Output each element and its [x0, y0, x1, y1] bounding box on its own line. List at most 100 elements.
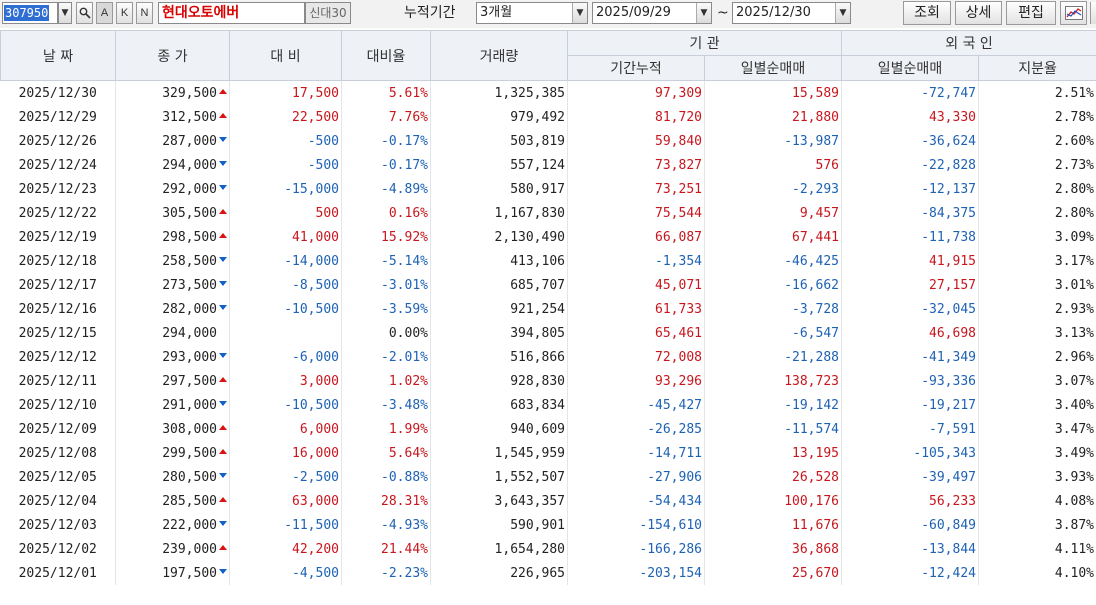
table-row[interactable]: 2025/12/02 239,000 42,200 21.44% 1,654,280 -1… [0, 537, 1096, 561]
calendar-dropdown-icon[interactable]: ▼ [696, 3, 711, 23]
table-row[interactable]: 2025/12/30 329,500 17,500 5.61% 1,325,385 97,… [0, 80, 1096, 105]
cell-volume: 685,707 [430, 273, 568, 297]
filter-a-button[interactable]: A [96, 2, 113, 24]
cell-inst-cum: 93,296 [567, 369, 705, 393]
cell-inst-cum: 73,251 [567, 177, 705, 201]
cell-inst-daily: -2,293 [704, 177, 842, 201]
table-row[interactable]: 2025/12/01 197,500 -4,500 -2.23% 226,965 -203… [0, 561, 1096, 585]
cell-inst-daily: -13,987 [704, 129, 842, 153]
cell-close-value: 258,500 [162, 253, 217, 269]
date-to-field[interactable]: 2025/12/30 ▼ [732, 2, 851, 24]
cell-foreign-daily: -12,137 [841, 177, 979, 201]
search-icon[interactable] [76, 2, 93, 24]
cell-inst-cum: 72,008 [567, 345, 705, 369]
table-row[interactable]: 2025/12/05 280,500 -2,500 -0.88% 1,552,507 -2… [0, 465, 1096, 489]
table-row[interactable]: 2025/12/24 294,000 -500 -0.17% 557,124 73,827… [0, 153, 1096, 177]
table-row[interactable]: 2025/12/12 293,000 -6,000 -2.01% 516,866 72,0… [0, 345, 1096, 369]
cell-inst-daily: 67,441 [704, 225, 842, 249]
period-select[interactable]: 3개월 ▼ [476, 2, 588, 24]
stock-name-field: 현대오토에버 [158, 2, 305, 24]
cell-foreign-daily: -32,045 [841, 297, 979, 321]
column-header-close[interactable]: 종 가 [115, 30, 230, 81]
cell-change: -2,500 [229, 465, 342, 489]
detail-button[interactable]: 상세 [955, 1, 1002, 25]
down-arrow-icon [219, 473, 227, 478]
cell-close-value: 299,500 [162, 445, 217, 461]
table-row[interactable]: 2025/12/19 298,500 41,000 15.92% 2,130,490 66… [0, 225, 1096, 249]
cell-date: 2025/12/05 [0, 465, 116, 489]
stock-code-value: 307950 [4, 5, 50, 21]
stock-code-dropdown-icon[interactable]: ▼ [58, 2, 72, 24]
cell-change: -15,000 [229, 177, 342, 201]
column-header-inst-cum[interactable]: 기간누적 [567, 55, 705, 81]
cell-inst-daily: 138,723 [704, 369, 842, 393]
cell-inst-cum: -154,610 [567, 513, 705, 537]
cell-change: 42,200 [229, 537, 342, 561]
table-row[interactable]: 2025/12/08 299,500 16,000 5.64% 1,545,959 -14… [0, 441, 1096, 465]
filter-k-button[interactable]: K [116, 2, 133, 24]
stock-code-input[interactable]: 307950 [2, 2, 58, 24]
query-button[interactable]: 조회 [903, 1, 951, 25]
date-to-value: 2025/12/30 [736, 5, 811, 20]
cell-inst-daily: 26,528 [704, 465, 842, 489]
down-arrow-icon [219, 281, 227, 286]
table-row[interactable]: 2025/12/15 294,000 0.00% 394,805 65,461 -6,54… [0, 321, 1096, 345]
cell-close: 298,500 [115, 225, 230, 249]
cell-foreign-daily: 46,698 [841, 321, 979, 345]
column-header-date[interactable]: 날 짜 [0, 30, 116, 81]
cell-change: -4,500 [229, 561, 342, 585]
cell-inst-daily: 13,195 [704, 441, 842, 465]
edit-button[interactable]: 편집 [1006, 1, 1056, 25]
cell-inst-cum: -166,286 [567, 537, 705, 561]
cell-share: 4.10% [978, 561, 1096, 585]
cell-close-value: 297,500 [162, 373, 217, 389]
cell-change: 16,000 [229, 441, 342, 465]
calendar-dropdown-icon[interactable]: ▼ [835, 3, 850, 23]
table-row[interactable]: 2025/12/18 258,500 -14,000 -5.14% 413,106 -1,… [0, 249, 1096, 273]
table-row[interactable]: 2025/12/04 285,500 63,000 28.31% 3,643,357 -5… [0, 489, 1096, 513]
chart-icon[interactable] [1060, 1, 1087, 25]
column-header-inst-daily[interactable]: 일별순매매 [704, 55, 842, 81]
table-row[interactable]: 2025/12/22 305,500 500 0.16% 1,167,830 75,544… [0, 201, 1096, 225]
column-header-change[interactable]: 대 비 [229, 30, 342, 81]
column-header-foreign-daily[interactable]: 일별순매매 [841, 55, 979, 81]
more-button[interactable] [1090, 2, 1096, 24]
cell-inst-daily: 9,457 [704, 201, 842, 225]
table-row[interactable]: 2025/12/03 222,000 -11,500 -4.93% 590,901 -15… [0, 513, 1096, 537]
column-header-share[interactable]: 지분율 [977, 55, 1096, 81]
table-row[interactable]: 2025/12/29 312,500 22,500 7.76% 979,492 81,72… [0, 105, 1096, 129]
cell-volume: 1,545,959 [430, 441, 568, 465]
table-row[interactable]: 2025/12/10 291,000 -10,500 -3.48% 683,834 -45… [0, 393, 1096, 417]
cell-foreign-daily: -11,738 [841, 225, 979, 249]
cell-close: 280,500 [115, 465, 230, 489]
cell-share: 4.11% [978, 537, 1096, 561]
cell-rate: -5.14% [341, 249, 431, 273]
cell-date: 2025/12/10 [0, 393, 116, 417]
cell-close: 287,000 [115, 129, 230, 153]
cell-inst-cum: -26,285 [567, 417, 705, 441]
cell-close: 305,500 [115, 201, 230, 225]
new-credit-label: 신대30 [305, 2, 351, 24]
cell-close-value: 308,000 [162, 421, 217, 437]
table-row[interactable]: 2025/12/17 273,500 -8,500 -3.01% 685,707 45,0… [0, 273, 1096, 297]
cell-inst-cum: -14,711 [567, 441, 705, 465]
chevron-down-icon[interactable]: ▼ [572, 3, 587, 23]
column-header-volume[interactable]: 거래량 [430, 30, 568, 81]
table-row[interactable]: 2025/12/23 292,000 -15,000 -4.89% 580,917 73,… [0, 177, 1096, 201]
table-row[interactable]: 2025/12/26 287,000 -500 -0.17% 503,819 59,840… [0, 129, 1096, 153]
table-row[interactable]: 2025/12/11 297,500 3,000 1.02% 928,830 93,296… [0, 369, 1096, 393]
cell-date: 2025/12/26 [0, 129, 116, 153]
table-row[interactable]: 2025/12/09 308,000 6,000 1.99% 940,609 -26,28… [0, 417, 1096, 441]
cell-close: 222,000 [115, 513, 230, 537]
cell-share: 3.49% [978, 441, 1096, 465]
cell-inst-cum: -1,354 [567, 249, 705, 273]
column-header-rate[interactable]: 대비율 [341, 30, 431, 81]
cell-close: 292,000 [115, 177, 230, 201]
cell-date: 2025/12/09 [0, 417, 116, 441]
date-from-field[interactable]: 2025/09/29 ▼ [592, 2, 712, 24]
cell-change: -500 [229, 129, 342, 153]
filter-n-button[interactable]: N [136, 2, 153, 24]
table-row[interactable]: 2025/12/16 282,000 -10,500 -3.59% 921,254 61,… [0, 297, 1096, 321]
cell-foreign-daily: -72,747 [841, 80, 979, 105]
cell-volume: 1,325,385 [430, 80, 568, 105]
